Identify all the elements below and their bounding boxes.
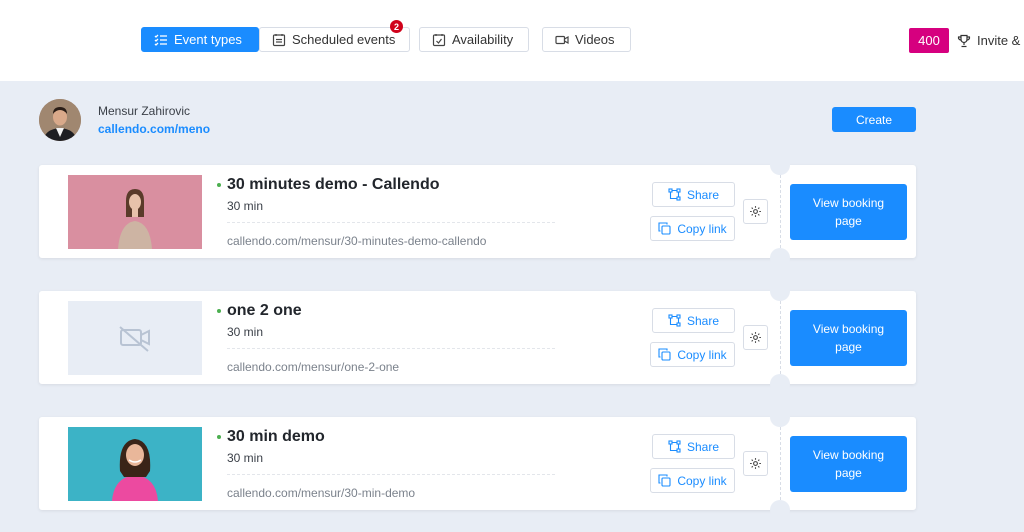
share-button[interactable]: Share xyxy=(652,434,735,459)
list-icon xyxy=(154,34,167,46)
tab-label: Event types xyxy=(174,32,242,47)
event-card: one 2 one 30 min callendo.com/mensur/one… xyxy=(39,281,916,394)
copy-label: Copy link xyxy=(677,347,727,362)
event-card: 30 min demo 30 min callendo.com/mensur/3… xyxy=(39,407,916,520)
calendar-check-icon xyxy=(432,33,446,46)
active-status-dot xyxy=(217,183,221,187)
copy-label: Copy link xyxy=(677,473,727,488)
create-button[interactable]: Create xyxy=(832,107,916,132)
share-icon xyxy=(668,314,681,327)
invite-button[interactable]: Invite & xyxy=(957,28,1020,53)
user-profile-link[interactable]: callendo.com/meno xyxy=(98,122,210,136)
event-title[interactable]: 30 min demo xyxy=(227,428,325,446)
event-title[interactable]: one 2 one xyxy=(227,302,302,320)
ticket-perforation xyxy=(780,301,781,374)
notification-badge: 2 xyxy=(390,20,403,33)
gear-icon xyxy=(750,206,761,217)
copy-label: Copy link xyxy=(677,221,727,236)
event-url[interactable]: callendo.com/mensur/30-minutes-demo-call… xyxy=(227,234,486,248)
copy-link-button[interactable]: Copy link xyxy=(650,216,735,241)
event-thumbnail[interactable] xyxy=(68,301,202,375)
top-bar: Event types Scheduled events 2 Availabil… xyxy=(0,0,1024,81)
ticket-notch xyxy=(770,374,790,394)
tab-availability[interactable]: Availability xyxy=(419,27,529,52)
ticket-notch xyxy=(770,281,790,301)
event-title[interactable]: 30 minutes demo - Callendo xyxy=(227,176,439,194)
event-duration: 30 min xyxy=(227,199,264,213)
view-booking-page-button[interactable]: View booking page xyxy=(790,310,907,366)
invite-label: Invite & xyxy=(977,33,1021,48)
ticket-perforation xyxy=(780,175,781,248)
settings-button[interactable] xyxy=(743,451,768,476)
calendar-list-icon xyxy=(272,33,286,46)
ticket-notch xyxy=(770,407,790,427)
copy-icon xyxy=(658,222,671,235)
event-url[interactable]: callendo.com/mensur/30-min-demo xyxy=(227,486,415,500)
ticket-notch xyxy=(770,248,790,268)
event-thumbnail[interactable] xyxy=(68,175,202,249)
ticket-perforation xyxy=(780,427,781,500)
tab-scheduled-events[interactable]: Scheduled events 2 xyxy=(259,20,410,52)
video-icon xyxy=(555,35,569,44)
view-booking-page-button[interactable]: View booking page xyxy=(790,184,907,240)
settings-button[interactable] xyxy=(743,325,768,350)
divider xyxy=(227,348,555,349)
share-label: Share xyxy=(686,187,720,202)
video-off-icon xyxy=(119,326,150,352)
event-duration: 30 min xyxy=(227,325,264,339)
tab-label: Availability xyxy=(452,32,514,47)
avatar xyxy=(39,99,81,141)
tab-label: Scheduled events xyxy=(292,32,396,47)
points-badge[interactable]: 400 xyxy=(909,28,949,53)
user-name: Mensur Zahirovic xyxy=(98,104,191,118)
active-status-dot xyxy=(217,435,221,439)
event-duration: 30 min xyxy=(227,451,264,465)
ticket-notch xyxy=(770,155,790,175)
divider xyxy=(227,474,555,475)
ticket-notch xyxy=(770,500,790,520)
share-icon xyxy=(668,440,681,453)
trophy-icon xyxy=(957,34,971,47)
share-label: Share xyxy=(686,439,720,454)
settings-button[interactable] xyxy=(743,199,768,224)
gear-icon xyxy=(750,332,761,343)
share-button[interactable]: Share xyxy=(652,182,735,207)
active-status-dot xyxy=(217,309,221,313)
divider xyxy=(227,222,555,223)
share-button[interactable]: Share xyxy=(652,308,735,333)
copy-link-button[interactable]: Copy link xyxy=(650,342,735,367)
tab-event-types[interactable]: Event types xyxy=(141,27,259,52)
event-url[interactable]: callendo.com/mensur/one-2-one xyxy=(227,360,399,374)
copy-icon xyxy=(658,348,671,361)
tab-label: Videos xyxy=(575,32,615,47)
event-thumbnail[interactable] xyxy=(68,427,202,501)
event-card: 30 minutes demo - Callendo 30 min callen… xyxy=(39,155,916,268)
share-icon xyxy=(668,188,681,201)
gear-icon xyxy=(750,458,761,469)
view-booking-page-button[interactable]: View booking page xyxy=(790,436,907,492)
share-label: Share xyxy=(686,313,720,328)
copy-link-button[interactable]: Copy link xyxy=(650,468,735,493)
copy-icon xyxy=(658,474,671,487)
tab-videos[interactable]: Videos xyxy=(542,27,631,52)
